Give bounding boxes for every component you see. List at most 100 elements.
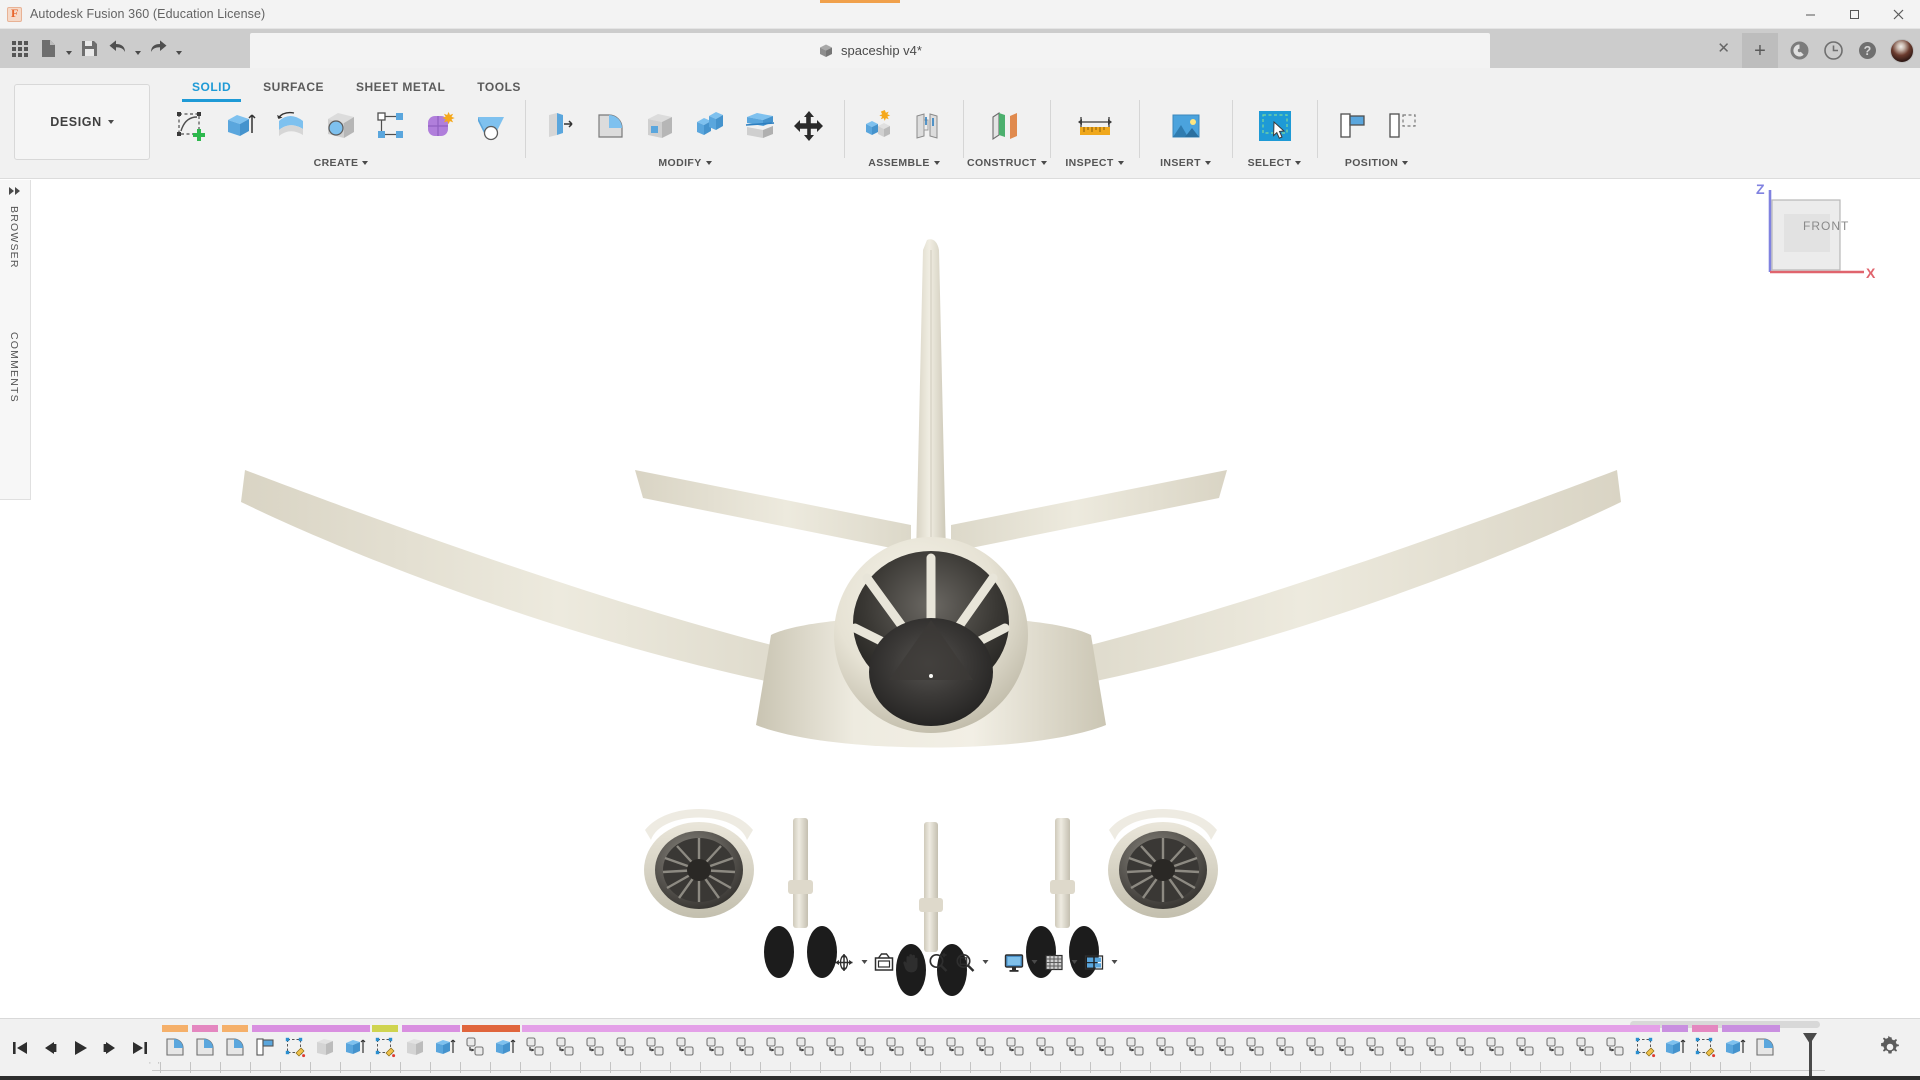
grid-icon[interactable] — [1041, 948, 1067, 976]
pan-hand-icon[interactable] — [898, 948, 924, 976]
monitor-caret-icon[interactable] — [1028, 948, 1040, 976]
double-arrow-right-icon[interactable] — [8, 186, 22, 199]
panel-position-label[interactable]: POSITION — [1321, 154, 1433, 172]
fillet-tool[interactable] — [585, 98, 635, 154]
undo-caret-icon[interactable] — [131, 33, 144, 64]
play-button[interactable] — [66, 1034, 94, 1062]
zoom-fit-caret-icon[interactable] — [979, 948, 991, 976]
save-icon[interactable] — [75, 33, 103, 64]
panel-insert-text: INSERT — [1160, 157, 1201, 169]
svg-text:Z: Z — [1756, 181, 1765, 197]
move-position-tool[interactable] — [1377, 98, 1427, 154]
joint-tool[interactable] — [904, 98, 954, 154]
sweep-tool[interactable] — [316, 98, 366, 154]
copy-paste-icon — [793, 1035, 817, 1059]
panel-construct: CONSTRUCT — [967, 98, 1047, 176]
timeline-tick — [550, 1062, 551, 1073]
extension-icon[interactable] — [1788, 40, 1810, 62]
zoom-magnifier-icon[interactable] — [925, 948, 951, 976]
timeline-tick — [970, 1062, 971, 1073]
viewport-canvas[interactable]: Z X FRONT — [31, 180, 1920, 1018]
new-component-tool[interactable] — [854, 98, 904, 154]
document-tab[interactable]: spaceship v4* — [250, 33, 1490, 68]
timeline-tick — [910, 1062, 911, 1073]
gear-icon[interactable] — [1878, 1035, 1904, 1061]
panel-construct-label[interactable]: CONSTRUCT — [967, 154, 1047, 172]
view-cube[interactable]: Z X FRONT — [1748, 180, 1878, 302]
go-to-beginning-button[interactable] — [6, 1034, 34, 1062]
new-tab-button[interactable]: + — [1742, 33, 1778, 68]
timeline-feature-bar — [192, 1025, 218, 1032]
sidebar-item-browser[interactable]: BROWSER — [8, 206, 20, 269]
pattern-tool[interactable] — [366, 98, 416, 154]
combine-tool[interactable] — [685, 98, 735, 154]
orbit-caret-icon[interactable] — [858, 948, 870, 976]
panel-create-label[interactable]: CREATE — [160, 154, 522, 172]
undo-icon[interactable] — [103, 33, 131, 64]
step-forward-button[interactable] — [96, 1034, 124, 1062]
timeline-tick — [220, 1062, 221, 1073]
split-face-tool[interactable] — [735, 98, 785, 154]
maximize-button[interactable] — [1832, 0, 1876, 29]
copy-paste-icon — [883, 1035, 907, 1059]
measure-tool[interactable] — [1070, 98, 1120, 154]
redo-caret-icon[interactable] — [172, 33, 185, 64]
app-title: Autodesk Fusion 360 (Education License) — [30, 7, 266, 21]
press-pull-tool[interactable] — [535, 98, 585, 154]
form-tool[interactable] — [416, 98, 466, 154]
tab-tools[interactable]: TOOLS — [461, 78, 537, 96]
timeline-marker[interactable] — [1803, 1033, 1817, 1076]
copy-paste-icon — [613, 1035, 637, 1059]
revolve-tool[interactable] — [266, 98, 316, 154]
panel-assemble-label[interactable]: ASSEMBLE — [848, 154, 960, 172]
copy-paste-icon — [853, 1035, 877, 1059]
viewports-icon[interactable] — [1081, 948, 1107, 976]
user-avatar[interactable] — [1890, 38, 1914, 63]
create-hole-tool[interactable] — [466, 98, 516, 154]
clock-icon[interactable] — [1822, 40, 1844, 62]
viewports-caret-icon[interactable] — [1108, 948, 1120, 976]
timeline-tick — [700, 1062, 701, 1073]
move-copy-tool[interactable] — [785, 98, 835, 154]
shell-tool[interactable] — [635, 98, 685, 154]
tab-surface[interactable]: SURFACE — [247, 78, 340, 96]
panel-inspect-label[interactable]: INSPECT — [1054, 154, 1136, 172]
timeline-feature-bar — [162, 1025, 188, 1032]
close-tab-button[interactable]: ✕ — [1717, 41, 1730, 56]
insert-canvas-tool[interactable] — [1161, 98, 1211, 154]
timeline-feature-bar — [1630, 1025, 1660, 1032]
timeline-feature-bar — [1210, 1025, 1240, 1032]
create-sketch-tool[interactable] — [166, 98, 216, 154]
panel-modify-label[interactable]: MODIFY — [529, 154, 841, 172]
copy-paste-icon — [1213, 1035, 1237, 1059]
offset-plane-tool[interactable] — [981, 98, 1031, 154]
timeline-tick — [760, 1062, 761, 1073]
chevron-down-icon — [1040, 161, 1047, 165]
minimize-button[interactable] — [1788, 0, 1832, 29]
timeline-tick — [400, 1062, 401, 1073]
orbit-icon[interactable] — [831, 948, 857, 976]
tab-solid[interactable]: SOLID — [176, 78, 247, 102]
look-at-icon[interactable] — [871, 948, 897, 976]
panel-inspect-text: INSPECT — [1065, 157, 1114, 169]
app-grid-icon[interactable] — [6, 33, 34, 64]
sidebar-item-comments[interactable]: COMMENTS — [8, 332, 20, 403]
step-back-button[interactable] — [36, 1034, 64, 1062]
panel-position-text: POSITION — [1344, 157, 1399, 169]
new-file-icon[interactable] — [34, 33, 62, 64]
panel-assemble-text: ASSEMBLE — [868, 157, 930, 169]
tab-sheet-metal[interactable]: SHEET METAL — [340, 78, 461, 96]
help-icon[interactable]: ? — [1856, 40, 1878, 62]
monitor-icon[interactable] — [1001, 948, 1027, 976]
close-button[interactable] — [1876, 0, 1920, 29]
panel-select-label[interactable]: SELECT — [1236, 154, 1314, 172]
zoom-fit-icon[interactable] — [952, 948, 978, 976]
select-tool[interactable] — [1250, 98, 1300, 154]
redo-icon[interactable] — [144, 33, 172, 64]
grid-caret-icon[interactable] — [1068, 948, 1080, 976]
align-tool[interactable] — [1327, 98, 1377, 154]
panel-insert-label[interactable]: INSERT — [1143, 154, 1229, 172]
new-file-caret-icon[interactable] — [62, 33, 75, 64]
extrude-tool[interactable] — [216, 98, 266, 154]
workspace-switcher[interactable]: DESIGN — [14, 84, 150, 160]
